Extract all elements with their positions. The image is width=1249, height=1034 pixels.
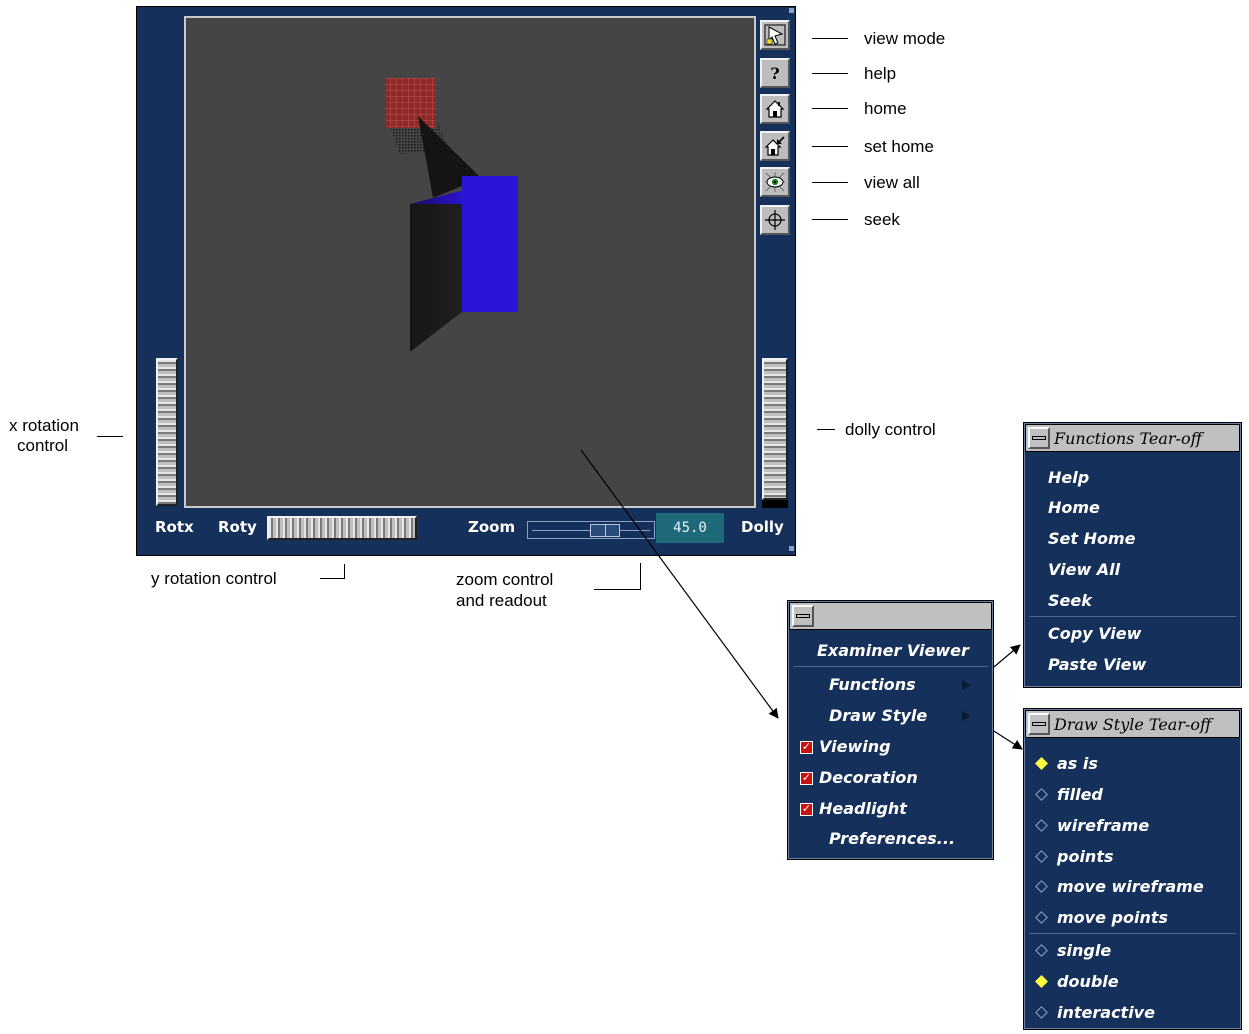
menu-item-decoration[interactable]: Decoration: [819, 768, 918, 787]
window-menu-button[interactable]: [1028, 713, 1050, 735]
menu-item-move-wireframe[interactable]: move wireframe: [1057, 877, 1204, 896]
separator: [1029, 616, 1236, 617]
menu-item-home[interactable]: Home: [1048, 498, 1100, 517]
separator: [1029, 933, 1236, 934]
menu-item-filled[interactable]: filled: [1057, 785, 1103, 804]
menu-item-preferences[interactable]: Preferences...: [829, 829, 955, 848]
menu-item-viewing[interactable]: Viewing: [819, 737, 891, 756]
menu-item-wireframe[interactable]: wireframe: [1057, 816, 1149, 835]
popup-menu-title: Examiner Viewer: [817, 641, 969, 660]
menu-item-view-all[interactable]: View All: [1048, 560, 1120, 579]
menu-item-set-home[interactable]: Set Home: [1048, 529, 1136, 548]
draw-style-titlebar: Draw Style Tear-off: [1025, 710, 1240, 738]
popup-menu: [787, 600, 994, 860]
menu-item-interactive[interactable]: interactive: [1057, 1003, 1155, 1022]
separator: [793, 666, 988, 667]
arrow-viewport-to-menu: [580, 449, 779, 719]
menu-item-as-is[interactable]: as is: [1057, 754, 1098, 773]
submenu-arrow-icon: [962, 711, 971, 721]
window-menu-button[interactable]: [1028, 427, 1050, 449]
draw-style-title: Draw Style Tear-off: [1054, 714, 1212, 734]
functions-titlebar: Functions Tear-off: [1025, 424, 1240, 452]
menu-item-functions[interactable]: Functions: [829, 675, 916, 694]
menu-item-headlight[interactable]: Headlight: [819, 799, 907, 818]
menu-item-move-points[interactable]: move points: [1057, 908, 1168, 927]
menu-item-points[interactable]: points: [1057, 847, 1114, 866]
popup-menu-titlebar: [789, 602, 992, 630]
menu-item-copy-view[interactable]: Copy View: [1048, 624, 1141, 643]
menu-item-seek[interactable]: Seek: [1048, 591, 1092, 610]
draw-style-tearoff-menu: [1023, 708, 1242, 1030]
checkbox-headlight[interactable]: ✓: [800, 803, 813, 816]
functions-tearoff-menu: [1023, 422, 1242, 688]
checkbox-decoration[interactable]: ✓: [800, 772, 813, 785]
menu-item-help[interactable]: Help: [1048, 468, 1089, 487]
menu-item-draw-style[interactable]: Draw Style: [829, 706, 927, 725]
checkbox-viewing[interactable]: ✓: [800, 741, 813, 754]
functions-title: Functions Tear-off: [1054, 428, 1202, 448]
submenu-arrow-icon: [962, 680, 971, 690]
menu-item-single[interactable]: single: [1057, 941, 1111, 960]
menu-item-double[interactable]: double: [1057, 972, 1119, 991]
menu-item-paste-view[interactable]: Paste View: [1048, 655, 1146, 674]
window-menu-button[interactable]: [792, 605, 814, 627]
